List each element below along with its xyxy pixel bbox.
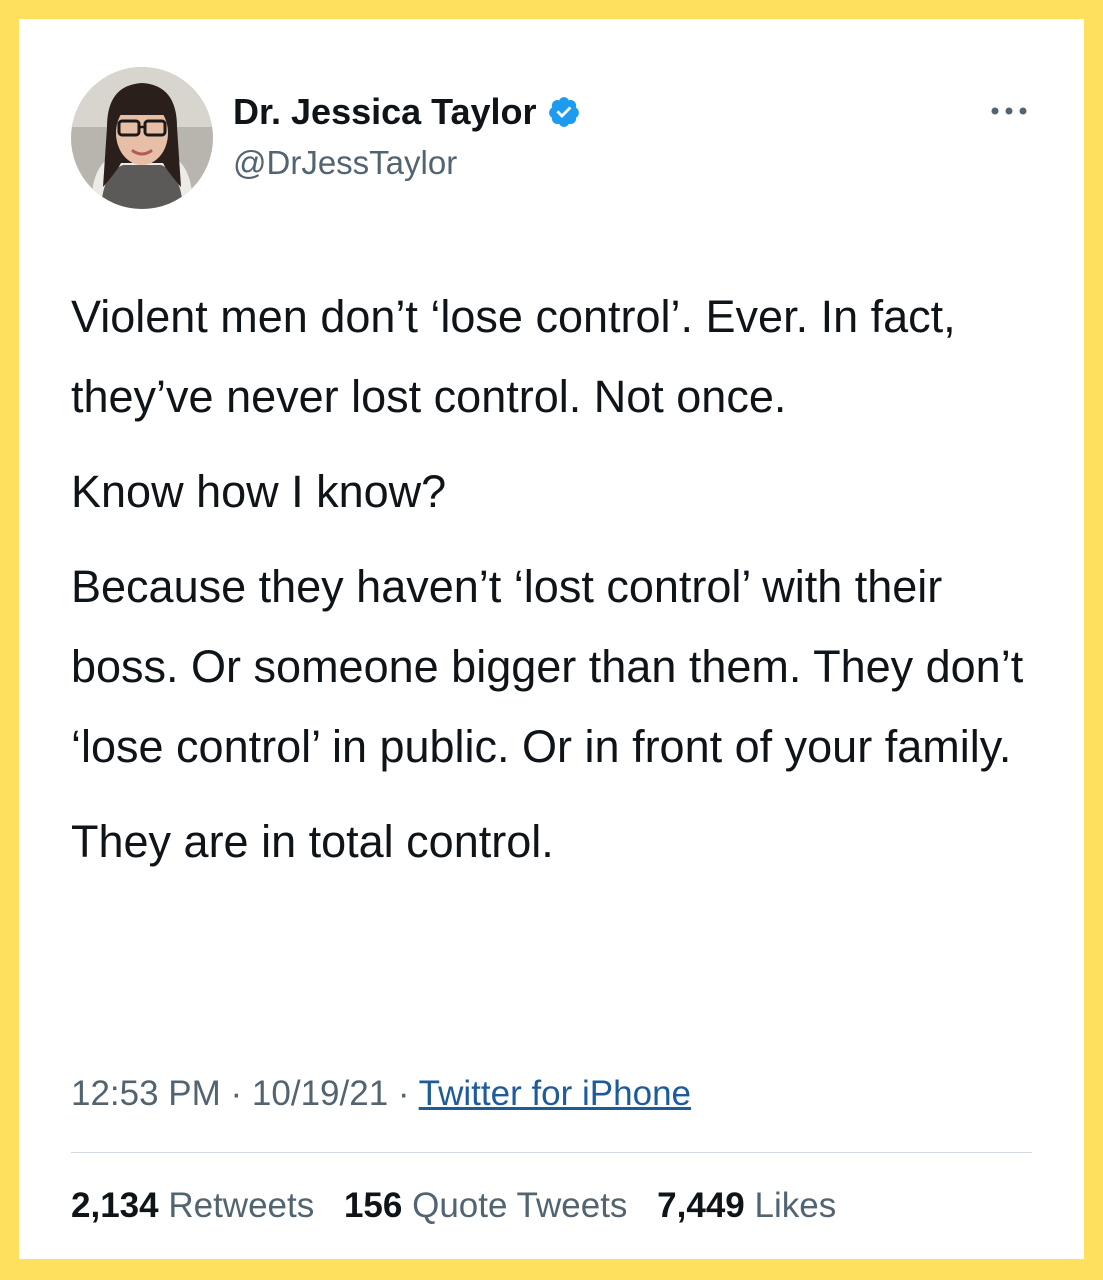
retweets-count: 2,134 bbox=[71, 1186, 159, 1225]
avatar[interactable] bbox=[71, 67, 213, 209]
likes-label: Likes bbox=[754, 1186, 837, 1225]
retweets-label: Retweets bbox=[168, 1186, 315, 1225]
quote-tweets-stat[interactable]: 156 Quote Tweets bbox=[344, 1186, 627, 1225]
engagement-stats: 2,134 Retweets 156 Quote Tweets 7,449 Li… bbox=[71, 1181, 856, 1231]
author-handle[interactable]: @DrJessTaylor bbox=[233, 141, 457, 185]
tweet-metadata: 12:53 PM · 10/19/21 · Twitter for iPhone bbox=[71, 1069, 691, 1119]
retweets-stat[interactable]: 2,134 Retweets bbox=[71, 1186, 314, 1225]
likes-count: 7,449 bbox=[657, 1186, 745, 1225]
tweet-paragraph: Because they haven’t ‘lost control’ with… bbox=[71, 561, 1024, 772]
tweet-date[interactable]: 10/19/21 bbox=[252, 1074, 388, 1113]
tweet-card: Dr. Jessica Taylor @DrJessTaylor Violent… bbox=[19, 19, 1084, 1259]
tweet-text: Violent men don’t ‘lose control’. Ever. … bbox=[71, 277, 1061, 897]
likes-stat[interactable]: 7,449 Likes bbox=[657, 1186, 836, 1225]
meta-separator: · bbox=[220, 1074, 252, 1113]
more-options-icon[interactable] bbox=[987, 99, 1031, 123]
tweet-paragraph: Violent men don’t ‘lose control’. Ever. … bbox=[71, 291, 956, 422]
tweet-paragraph: Know how I know? bbox=[71, 466, 447, 517]
quote-tweets-label: Quote Tweets bbox=[412, 1186, 628, 1225]
profile-photo-icon bbox=[71, 67, 213, 209]
author-name-row: Dr. Jessica Taylor bbox=[233, 89, 581, 135]
tweet-paragraph: They are in total control. bbox=[71, 816, 554, 867]
verified-badge-icon bbox=[548, 97, 579, 127]
author-display-name[interactable]: Dr. Jessica Taylor bbox=[233, 89, 537, 135]
tweet-time[interactable]: 12:53 PM bbox=[71, 1074, 221, 1113]
source-link[interactable]: Twitter for iPhone bbox=[419, 1074, 691, 1113]
divider bbox=[71, 1152, 1032, 1153]
quote-tweets-count: 156 bbox=[343, 1186, 403, 1225]
meta-separator: · bbox=[388, 1074, 419, 1113]
